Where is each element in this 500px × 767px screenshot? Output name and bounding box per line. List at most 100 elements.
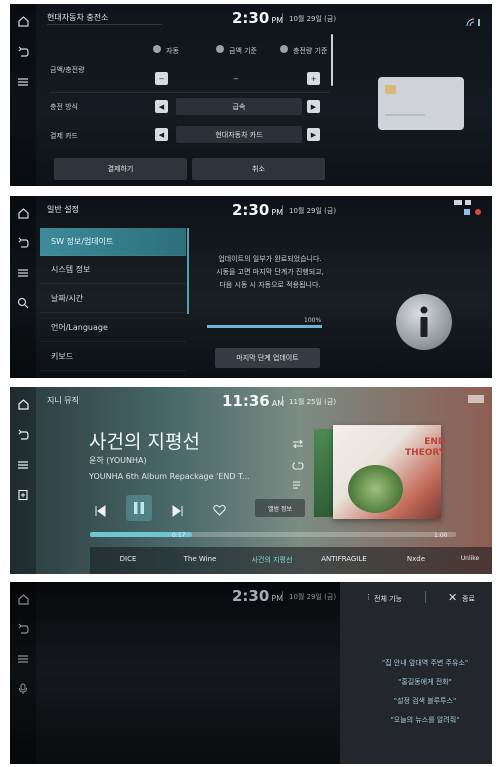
voice-suggestion-4[interactable]: "오늘의 뉴스를 알려줘" [350, 715, 492, 725]
album-art: END THEORY [333, 425, 445, 519]
payment-card-next-button[interactable]: ▶ [307, 128, 320, 141]
home-icon[interactable] [15, 591, 31, 607]
microphone-icon[interactable] [15, 681, 31, 697]
playlist-icon[interactable] [292, 475, 304, 494]
next-track-icon[interactable] [172, 502, 184, 521]
divider [282, 591, 283, 601]
radio-amount-label: 금액 기준 [229, 47, 257, 55]
album-art-text: END THEORY [405, 437, 446, 458]
artist-name: 윤하 (YOUNHA) [89, 456, 147, 465]
playlist-item-the-wine[interactable]: The Wine [184, 555, 217, 563]
menu-dots-icon[interactable]: ⋮ [365, 593, 372, 601]
menu-icon[interactable] [15, 651, 31, 667]
row-divider [50, 92, 330, 93]
back-icon[interactable] [15, 235, 31, 251]
menu-item-keyboard[interactable]: 키보드 [40, 343, 186, 371]
amount-plus-button[interactable]: + [307, 72, 320, 85]
charge-method-label: 충전 방식 [50, 103, 78, 111]
playlist-item-nxde[interactable]: Nxde [407, 555, 425, 563]
card-chip-icon [385, 85, 396, 94]
update-message-line2: 시동을 고면 마지막 단계가 진행되고, [216, 268, 324, 276]
amount-minus-button[interactable]: − [155, 72, 168, 85]
charge-method-prev-button[interactable]: ◀ [155, 100, 168, 113]
close-icon[interactable]: ✕ [448, 591, 457, 604]
amount-label: 금액/충전량 [50, 66, 85, 74]
payment-card-prev-button[interactable]: ◀ [155, 128, 168, 141]
heart-icon[interactable] [213, 501, 226, 520]
menu-item-language[interactable]: 언어/Language [40, 314, 186, 342]
radio-amount[interactable] [216, 45, 224, 53]
pay-button[interactable]: 결제하기 [54, 158, 187, 180]
card-line [385, 114, 425, 116]
playlist-item-current[interactable]: 사건의 지평선 [252, 555, 293, 565]
back-icon[interactable] [15, 427, 31, 443]
progress-percent: 100% [304, 317, 322, 324]
album-info-button[interactable]: 앨범 정보 [255, 499, 305, 517]
bluetooth-icon [464, 209, 470, 215]
general-settings-screen: 일반 설정 2:30 PM 10월 29일 (금) SW 정보/업데이트 시스템 … [10, 196, 492, 378]
status-icon [468, 395, 484, 403]
radio-charge[interactable] [280, 45, 288, 53]
menu-item-system-info[interactable]: 시스템 정보 [40, 256, 186, 284]
cancel-button[interactable]: 취소 [192, 158, 325, 180]
progress-fill [207, 325, 322, 328]
app-title: 지니 뮤직 [47, 396, 79, 405]
divider [425, 591, 426, 603]
playlist-item-unlike[interactable]: Unlike [461, 555, 479, 562]
shuffle-icon[interactable] [292, 455, 304, 474]
credit-card-image [378, 77, 464, 130]
playlist-item-dice[interactable]: DICE [120, 555, 137, 563]
song-title: 사건의 지평선 [89, 431, 200, 453]
duration-time: 1:00 [434, 532, 448, 539]
date: 10월 29일 (금) [289, 593, 337, 601]
home-icon[interactable] [15, 396, 31, 412]
back-icon[interactable] [15, 621, 31, 637]
charge-method-next-button[interactable]: ▶ [307, 100, 320, 113]
home-icon[interactable] [15, 205, 31, 221]
sidebar [10, 196, 36, 378]
status-icons [454, 200, 484, 218]
search-icon[interactable] [15, 295, 31, 311]
progress-track[interactable] [90, 532, 456, 537]
menu-item-sw-update[interactable]: SW 정보/업데이트 [40, 228, 186, 256]
clock: 11:36 AM [222, 392, 285, 410]
repeat-icon[interactable] [292, 433, 304, 452]
playlist-item-antifragile[interactable]: ANTIFRAGILE [321, 555, 366, 563]
menu-scrollbar[interactable] [187, 228, 189, 314]
voice-suggestion-2[interactable]: "홍길동에게 전화" [350, 677, 492, 687]
home-icon[interactable] [15, 13, 31, 29]
sidebar [10, 387, 36, 574]
radio-auto[interactable] [153, 45, 161, 53]
menu-icon[interactable] [15, 457, 31, 473]
pause-button[interactable] [126, 495, 152, 521]
sidebar [10, 582, 36, 764]
radio-auto-label: 자동 [166, 47, 179, 55]
scrollbar[interactable] [331, 34, 333, 86]
payment-card-select[interactable]: 현대자동차 카드 [176, 126, 302, 143]
previous-track-icon[interactable] [94, 502, 106, 521]
source-icon[interactable] [15, 487, 31, 503]
all-features-button[interactable]: 전체 기능 [374, 594, 402, 604]
voice-suggestion-1[interactable]: "집 안내 앞대역 주변 주유소" [350, 658, 492, 668]
close-button[interactable]: 종료 [462, 594, 475, 604]
back-icon[interactable] [15, 44, 31, 60]
album-name: YOUNHA 6th Album Repackage 'END T... [89, 472, 250, 481]
final-update-button[interactable]: 마지막 단계 업데이트 [215, 348, 320, 368]
page-title: 현대자동차 충전소 [47, 13, 109, 22]
menu-item-date-time[interactable]: 날짜/시간 [40, 285, 186, 313]
date: 11월 25일 (금) [289, 398, 337, 406]
charge-method-select[interactable]: 급속 [176, 98, 302, 115]
voice-panel [340, 582, 492, 764]
divider [282, 13, 283, 23]
menu-icon[interactable] [15, 74, 31, 90]
clock: 2:30 PM [232, 201, 284, 219]
pause-icon [134, 502, 144, 514]
wifi-icon [465, 200, 471, 205]
date: 10월 29일 (금) [289, 15, 337, 23]
date: 10월 29일 (금) [289, 207, 337, 215]
voice-suggestion-3[interactable]: "설정 검색 블루투스" [350, 696, 492, 706]
album-art-foliage [348, 465, 403, 513]
progress-track [207, 325, 322, 328]
menu-icon[interactable] [15, 265, 31, 281]
battery-icon [454, 200, 462, 205]
